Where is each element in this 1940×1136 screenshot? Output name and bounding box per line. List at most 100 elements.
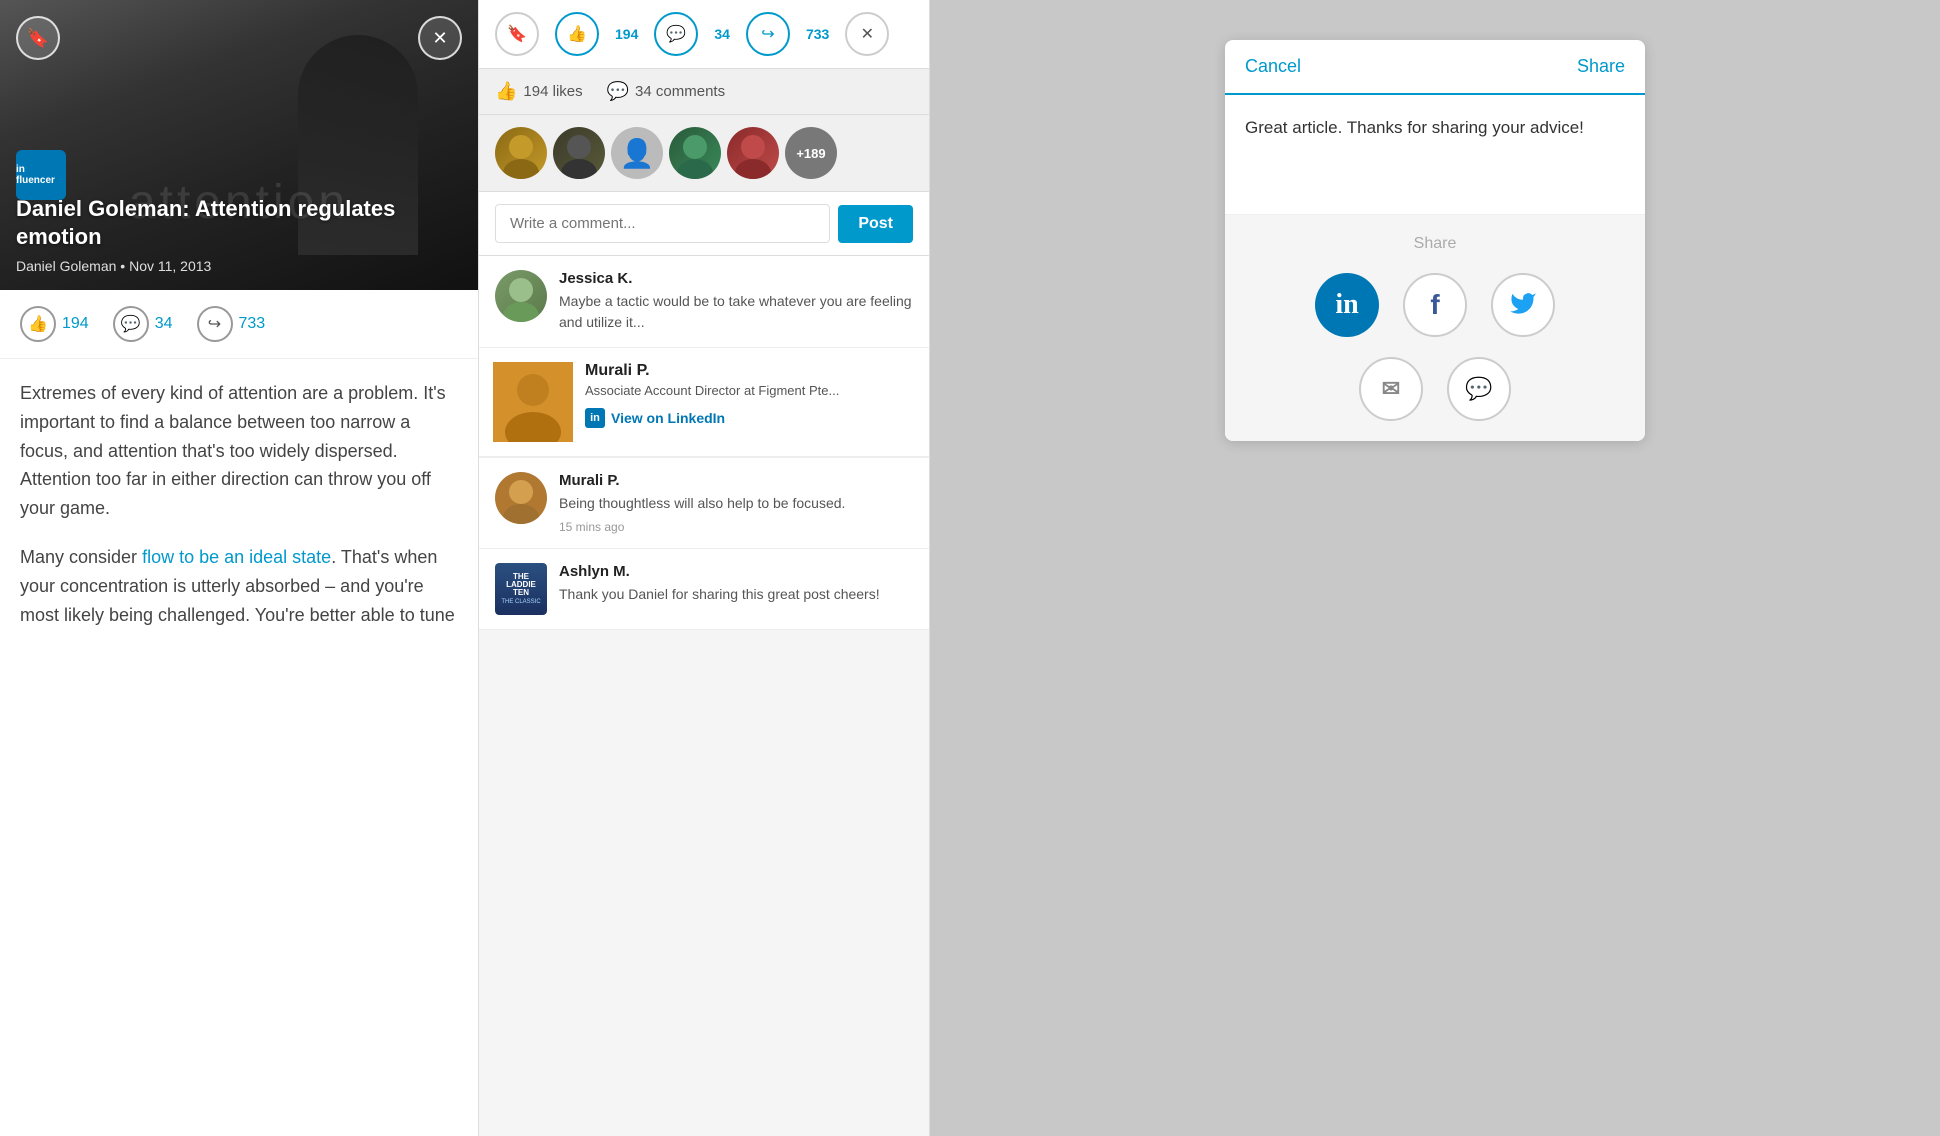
- comments-stat: 💬 34 comments: [607, 81, 725, 102]
- jessica-text: Maybe a tactic would be to take whatever…: [559, 291, 913, 333]
- murali-card-info: Murali P. Associate Account Director at …: [585, 362, 915, 442]
- comments-panel: 🔖 👍 194 💬 34 ↪ 733 ✕ 👍 194 likes 💬 34 co…: [478, 0, 930, 1136]
- header-close-button[interactable]: ✕: [845, 12, 889, 56]
- article-author: Daniel Goleman: [16, 258, 116, 274]
- linkedin-icon: in: [1335, 289, 1358, 321]
- linkedin-small-icon: in: [585, 408, 605, 428]
- share-icon-circle: ↪: [197, 306, 233, 342]
- comment-input-row: Post: [479, 192, 929, 256]
- header-bookmark-button[interactable]: 🔖: [495, 12, 539, 56]
- murali-comment-name: Murali P.: [559, 472, 913, 489]
- comment-icon-circle: 💬: [113, 306, 149, 342]
- comment-count: 34: [155, 315, 173, 333]
- brand-logo: in fluencer: [16, 150, 66, 200]
- murali-card-avatar: [493, 362, 573, 442]
- ashlyn-comment-content: Ashlyn M. Thank you Daniel for sharing t…: [559, 563, 913, 615]
- share-panel: Cancel Share Great article. Thanks for s…: [930, 0, 1940, 1136]
- post-comment-button[interactable]: Post: [838, 205, 913, 243]
- liker-avatar-3: 👤: [611, 127, 663, 179]
- meta-separator: •: [120, 258, 129, 274]
- comments-stats: 👍 194 likes 💬 34 comments: [479, 69, 929, 115]
- murali-comment-text: Being thoughtless will also help to be f…: [559, 493, 913, 514]
- bookmark-icon: 🔖: [27, 28, 49, 49]
- murali-avatar: [495, 472, 547, 524]
- share-text-area: Great article. Thanks for sharing your a…: [1225, 95, 1645, 215]
- comments-stat-label: 34 comments: [635, 83, 725, 100]
- email-icon: ✉: [1382, 376, 1400, 402]
- share-card: Cancel Share Great article. Thanks for s…: [1225, 40, 1645, 441]
- comments-stat-icon: 💬: [607, 81, 629, 102]
- share-twitter-button[interactable]: [1491, 273, 1555, 337]
- share-message-text[interactable]: Great article. Thanks for sharing your a…: [1245, 115, 1625, 141]
- article-meta: Daniel Goleman • Nov 11, 2013: [16, 258, 462, 274]
- share-email-button[interactable]: ✉: [1359, 357, 1423, 421]
- header-comment-count: 34: [714, 26, 730, 42]
- jessica-comment-content: Jessica K. Maybe a tactic would be to ta…: [559, 270, 913, 333]
- article-hero: attention 🔖 ✕ in fluencer Daniel Goleman…: [0, 0, 478, 290]
- ashlyn-comment-item: THELADDIETEN THE CLASSIC Ashlyn M. Thank…: [479, 549, 929, 630]
- jessica-avatar: [495, 270, 547, 322]
- murali-comment-content: Murali P. Being thoughtless will also he…: [559, 472, 913, 534]
- header-like-count: 194: [615, 26, 638, 42]
- article-paragraph-2: Many consider flow to be an ideal state.…: [20, 543, 458, 629]
- like-action[interactable]: 👍 194: [20, 306, 89, 342]
- comment-action[interactable]: 💬 34: [113, 306, 173, 342]
- likes-stat-icon: 👍: [495, 81, 517, 102]
- message-icon: 💬: [1465, 376, 1492, 402]
- comment-input[interactable]: [495, 204, 830, 243]
- header-like-icon: 👍: [567, 24, 587, 44]
- facebook-icon: f: [1430, 289, 1439, 321]
- linkedin-card: Murali P. Associate Account Director at …: [479, 348, 929, 457]
- more-likers-count: +189: [796, 146, 825, 161]
- header-bookmark-icon: 🔖: [507, 24, 527, 44]
- header-comment-button[interactable]: 💬: [654, 12, 698, 56]
- share-linkedin-button[interactable]: in: [1315, 273, 1379, 337]
- share-count: 733: [239, 315, 266, 333]
- likers-avatars-row: 👤 +189: [479, 115, 929, 192]
- article-title: Daniel Goleman: Attention regulates emot…: [16, 195, 462, 252]
- article-paragraph-1: Extremes of every kind of attention are …: [20, 379, 458, 523]
- view-linkedin-button[interactable]: in View on LinkedIn: [585, 408, 915, 428]
- jessica-name: Jessica K.: [559, 270, 913, 287]
- article-panel: attention 🔖 ✕ in fluencer Daniel Goleman…: [0, 0, 478, 1136]
- murali-comment-item: Murali P. Being thoughtless will also he…: [479, 458, 929, 549]
- share-action[interactable]: ↪ 733: [197, 306, 266, 342]
- like-count: 194: [62, 315, 89, 333]
- share-facebook-button[interactable]: f: [1403, 273, 1467, 337]
- flow-link[interactable]: flow to be an ideal state: [142, 547, 331, 567]
- cancel-button[interactable]: Cancel: [1245, 56, 1301, 77]
- close-article-button[interactable]: ✕: [418, 16, 462, 60]
- header-share-button[interactable]: ↪: [746, 12, 790, 56]
- comments-list: Jessica K. Maybe a tactic would be to ta…: [479, 256, 929, 1136]
- ashlyn-avatar: THELADDIETEN THE CLASSIC: [495, 563, 547, 615]
- header-close-icon: ✕: [861, 24, 874, 44]
- share-button[interactable]: Share: [1577, 56, 1625, 77]
- comment-item: Jessica K. Maybe a tactic would be to ta…: [479, 256, 929, 348]
- bookmark-button[interactable]: 🔖: [16, 16, 60, 60]
- more-likers-badge: +189: [785, 127, 837, 179]
- article-date: Nov 11, 2013: [129, 258, 211, 274]
- liker-avatar-2: [553, 127, 605, 179]
- share-icon: ↪: [208, 314, 221, 334]
- share-icons-row-1: in f: [1245, 273, 1625, 337]
- murali-comment-time: 15 mins ago: [559, 520, 913, 534]
- likes-stat: 👍 194 likes: [495, 81, 583, 102]
- close-icon: ✕: [432, 28, 447, 49]
- share-icons-row-2: ✉ 💬: [1245, 357, 1625, 421]
- murali-card-name: Murali P.: [585, 362, 915, 380]
- header-share-icon: ↪: [761, 24, 774, 44]
- liker-avatar-4: [669, 127, 721, 179]
- hero-buttons: 🔖 ✕: [16, 16, 462, 60]
- share-message-button[interactable]: 💬: [1447, 357, 1511, 421]
- share-platforms: Share in f ✉ 💬: [1225, 215, 1645, 441]
- view-linkedin-label: View on LinkedIn: [611, 410, 725, 426]
- article-info: Daniel Goleman: Attention regulates emot…: [16, 195, 462, 274]
- header-share-count: 733: [806, 26, 829, 42]
- header-like-button[interactable]: 👍: [555, 12, 599, 56]
- liker-avatar-5: [727, 127, 779, 179]
- comment-icon: 💬: [121, 314, 141, 334]
- article-actions: 👍 194 💬 34 ↪ 733: [0, 290, 478, 359]
- article-body: Extremes of every kind of attention are …: [0, 359, 478, 1136]
- brand-text: in fluencer: [16, 164, 66, 186]
- like-icon-circle: 👍: [20, 306, 56, 342]
